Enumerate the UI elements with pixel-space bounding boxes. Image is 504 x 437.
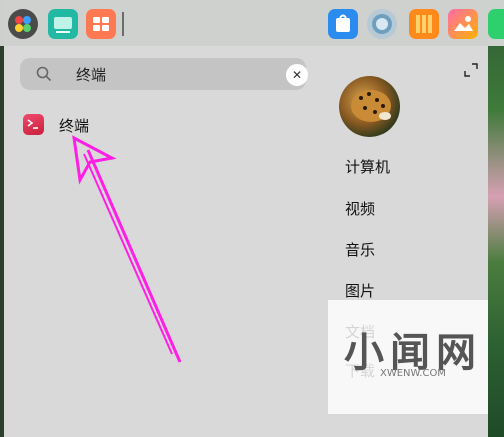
sidebar-item-music[interactable]: 音乐 (345, 239, 375, 260)
top-dock (0, 0, 504, 46)
watermark: 小闻网 XWENW.COM (328, 300, 488, 414)
terminal-icon (23, 114, 44, 135)
annotation-arrow (72, 135, 182, 363)
launcher-icon[interactable] (8, 9, 38, 39)
desktop-wallpaper (488, 0, 504, 437)
browser-icon[interactable] (367, 9, 397, 39)
search-box[interactable]: 终端 ✕ (20, 58, 308, 90)
search-icon (36, 66, 52, 82)
watermark-url: XWENW.COM (380, 368, 446, 379)
search-input[interactable]: 终端 (76, 64, 106, 85)
music-player-icon[interactable] (409, 9, 439, 39)
sidebar-item-pictures[interactable]: 图片 (345, 280, 375, 301)
sidebar-item-computer[interactable]: 计算机 (345, 156, 390, 177)
dock-divider (122, 12, 124, 36)
music-icon[interactable] (488, 9, 504, 39)
close-icon: ✕ (291, 68, 303, 82)
app-store-icon[interactable] (328, 9, 358, 39)
image-viewer-icon[interactable] (448, 9, 478, 39)
fullscreen-expand-icon[interactable] (463, 62, 479, 78)
user-avatar[interactable] (339, 76, 400, 137)
clear-search-button[interactable]: ✕ (286, 64, 308, 86)
multitask-view-icon[interactable] (48, 9, 78, 39)
dde-control-icon[interactable] (86, 9, 116, 39)
sidebar-item-videos[interactable]: 视频 (345, 198, 375, 219)
